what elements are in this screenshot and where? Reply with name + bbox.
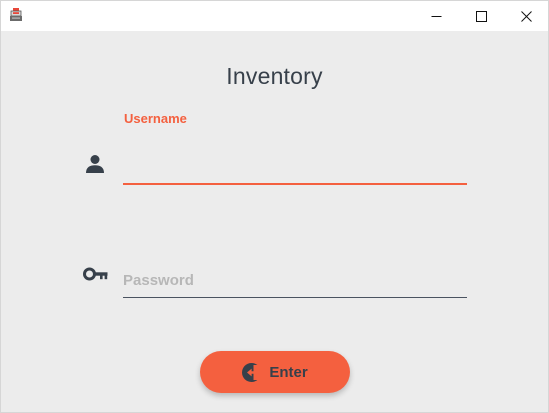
- password-input[interactable]: [123, 263, 467, 298]
- close-icon: [520, 10, 532, 22]
- cash-register-icon: [10, 8, 22, 21]
- close-button[interactable]: [503, 1, 549, 31]
- login-arrow-icon: [242, 362, 262, 382]
- enter-button[interactable]: Enter: [200, 351, 350, 393]
- username-input[interactable]: [123, 145, 467, 185]
- maximize-button[interactable]: [458, 1, 504, 31]
- minimize-button[interactable]: [413, 1, 459, 31]
- username-label: Username: [124, 111, 187, 126]
- login-window: Inventory Username Enter: [0, 0, 549, 413]
- key-icon: [83, 267, 108, 281]
- maximize-icon: [475, 10, 487, 22]
- page-title: Inventory: [226, 63, 323, 89]
- enter-button-label: Enter: [269, 363, 308, 381]
- user-icon: [86, 155, 104, 173]
- minimize-icon: [431, 15, 441, 17]
- title-bar[interactable]: [1, 1, 548, 31]
